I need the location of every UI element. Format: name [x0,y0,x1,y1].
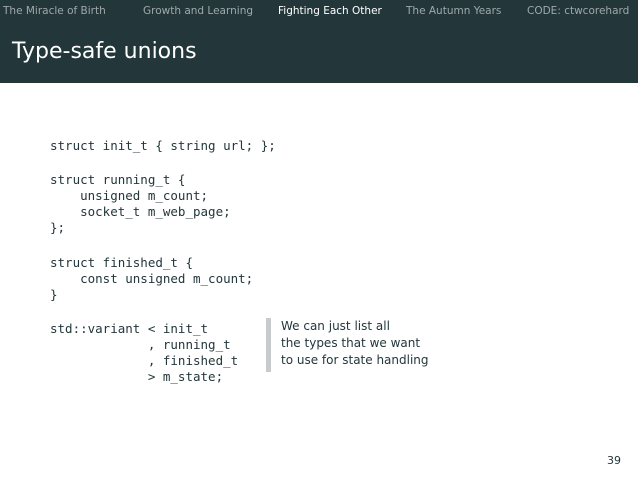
nav-item-growth-and-learning[interactable]: Growth and Learning [143,4,253,18]
nav-item-code-ctwcorehard[interactable]: CODE: ctwcorehard [527,4,629,18]
page-number: 39 [607,454,621,467]
slide-title: Type-safe unions [12,39,197,64]
title-bar: Type-safe unions [0,22,638,83]
callout-line: We can just list all [281,319,390,333]
callout-note: We can just list all the types that we w… [281,318,429,369]
code-struct-running: struct running_t { unsigned m_count; soc… [50,172,231,235]
callout-line: to use for state handling [281,353,429,367]
section-navigation: The Miracle of Birth Growth and Learning… [0,0,638,22]
nav-item-autumn-years[interactable]: The Autumn Years [406,4,501,18]
code-struct-finished: struct finished_t { const unsigned m_cou… [50,255,254,302]
code-struct-init: struct init_t { string url; }; [50,138,276,153]
nav-item-fighting-each-other[interactable]: Fighting Each Other [278,4,382,18]
code-variant-state: std::variant < init_t , running_t , fini… [50,321,239,384]
callout-bar [266,318,271,372]
nav-item-miracle-of-birth[interactable]: The Miracle of Birth [3,4,106,18]
callout-line: the types that we want [281,336,421,350]
